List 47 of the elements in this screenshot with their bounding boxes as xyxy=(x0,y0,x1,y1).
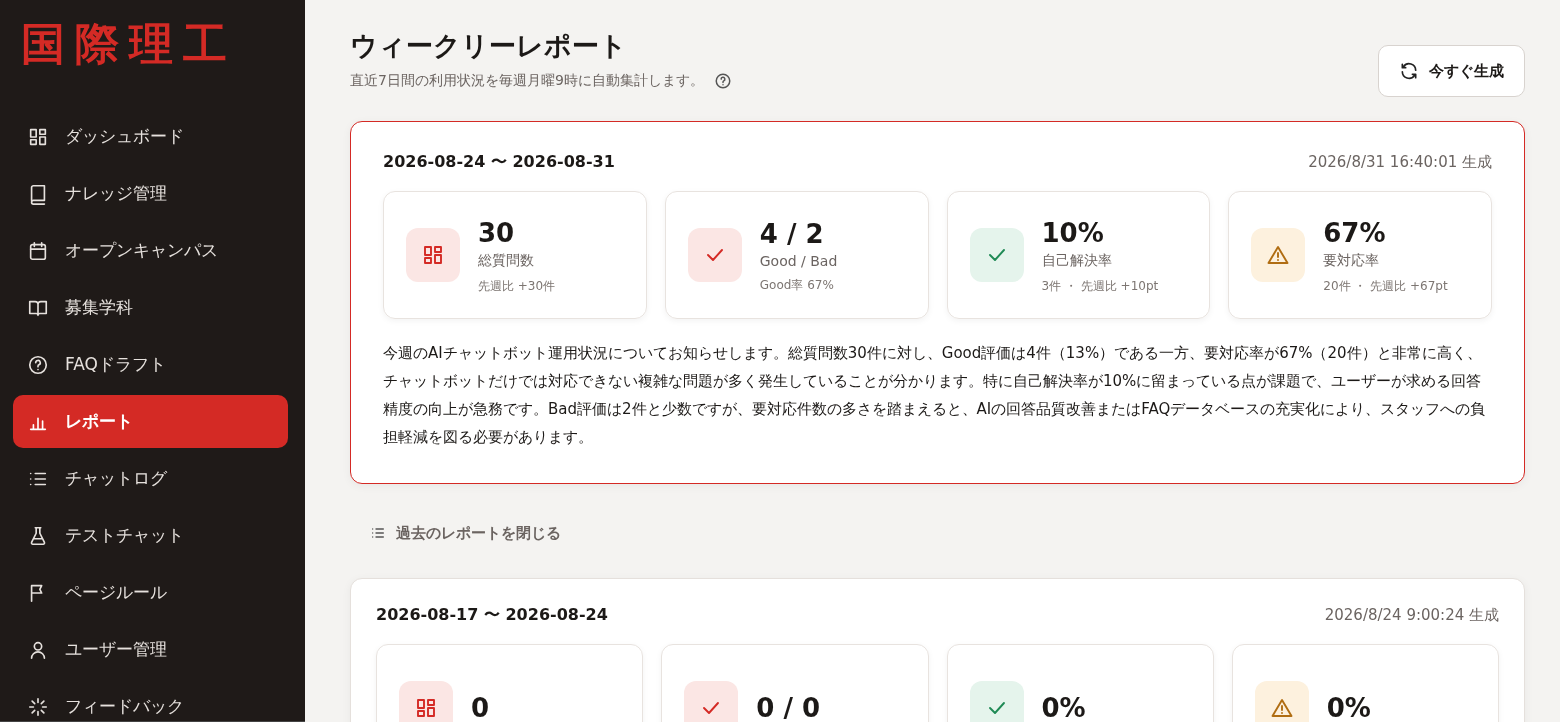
generate-button[interactable]: 今すぐ生成 xyxy=(1378,45,1525,97)
stat-label: 総質問数 xyxy=(478,251,535,270)
nav-item[interactable]: 募集学科 xyxy=(13,281,288,334)
page-subtitle: 直近7日間の利用状況を毎週月曜9時に自動集計します。 xyxy=(350,72,704,90)
nav-item[interactable]: FAQドラフト xyxy=(13,338,288,391)
logo: 国際理工 xyxy=(20,17,238,71)
warning-icon xyxy=(1266,243,1291,267)
calendar-icon xyxy=(27,239,49,262)
stat-label: 自己解決率 xyxy=(1041,251,1113,270)
nav-item[interactable]: ナレッジ管理 xyxy=(13,167,288,220)
stat-note: 20件 ・ 先週比 +67pt xyxy=(1323,277,1448,295)
stat-label: 要対応率 xyxy=(1323,251,1381,270)
generated-time: 2026/8/24 9:00:24 生成 xyxy=(1324,606,1499,625)
page-title: ウィークリーレポート xyxy=(350,29,628,63)
grid-icon xyxy=(421,243,445,267)
refresh-icon xyxy=(1399,61,1419,81)
stat-label: Good / Bad xyxy=(759,252,838,269)
stat-value: 30 xyxy=(478,216,516,250)
nav-item[interactable]: オープンキャンパス xyxy=(13,224,288,277)
help-icon[interactable] xyxy=(713,72,732,90)
nav-item[interactable]: テストチャット xyxy=(13,509,288,562)
nav-item[interactable]: レポート xyxy=(13,395,288,448)
stat-value: 0 xyxy=(471,692,490,722)
stat-value: 0 / 0 xyxy=(756,692,821,722)
stat-note: 3件 ・ 先週比 +10pt xyxy=(1041,277,1159,295)
list-icon xyxy=(370,525,386,541)
help-icon xyxy=(27,353,49,376)
nav-item[interactable]: ユーザー管理 xyxy=(13,623,288,676)
report-summary: 今週のAIチャットボット運用状況についてお知らせします。総質問数30件に対し、Good評価は4件（13%）である一方、要対応率が67%（20件）と非常に高く、チャットボットだけでは対応できない複雑な問題が多く発生していることが分かります。特に自己解決率が10%に留まっている点が課題で、ユーザーが求める回答精度の向上が急務です。Bad評価は2件と少数ですが、要対応件数の多さを踏まえると、AIの回答品質改善またはFAQデータベースの充実化により、スタッフへの負担軽減を図る必要があります。 xyxy=(383,343,1487,448)
nav-item[interactable]: ダッシュボード xyxy=(13,110,288,163)
stat-value: 0% xyxy=(1041,692,1086,722)
stat-note: 先週比 +30件 xyxy=(478,277,556,295)
nav-item[interactable]: ページルール xyxy=(13,566,288,619)
nav-item[interactable]: フィードバック xyxy=(13,680,288,722)
report-period: 2026-08-24 〜 2026-08-31 xyxy=(383,152,615,173)
stat-value: 10% xyxy=(1041,216,1105,250)
stat-value: 67% xyxy=(1323,216,1387,250)
nav-item[interactable]: チャットログ xyxy=(13,452,288,505)
stat-note: Good率 67% xyxy=(759,276,835,294)
sparkle-icon xyxy=(27,695,49,718)
stat-value: 0% xyxy=(1326,692,1371,722)
past-reports-toggle[interactable]: 過去のレポートを閉じる xyxy=(350,510,581,556)
warning-icon xyxy=(1269,696,1294,720)
report-period: 2026-08-17 〜 2026-08-24 xyxy=(376,605,608,626)
grid-icon xyxy=(414,696,438,720)
generated-time: 2026/8/31 16:40:01 生成 xyxy=(1308,153,1492,172)
stat-value: 4 / 2 xyxy=(759,217,825,251)
